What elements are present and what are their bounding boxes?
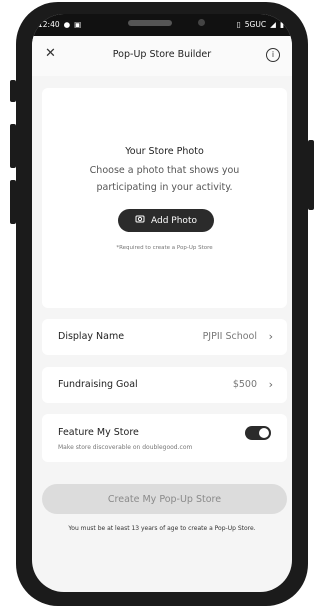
store-photo-card: Your Store Photo Choose a photo that sho…: [42, 88, 287, 308]
photo-requirement: *Required to create a Pop-Up Store: [116, 245, 213, 251]
calendar-icon: ▣: [74, 20, 82, 29]
fundraising-goal-value: $500: [232, 379, 257, 390]
fundraising-goal-label: Fundraising Goal: [58, 379, 138, 390]
toggle-knob: [259, 428, 269, 438]
feature-store-subtitle: Make store discoverable on doublegood.co…: [58, 444, 193, 451]
feature-store-label: Feature My Store: [58, 427, 139, 438]
speaker-notch: [128, 20, 172, 26]
age-notice: You must be at least 13 years of age to …: [68, 525, 256, 532]
network-label: 5GUC: [244, 20, 267, 29]
add-photo-label: Add Photo: [151, 215, 197, 226]
battery-icon: ▮: [279, 20, 284, 29]
phone-frame: 12:40 ● ▣ ▯ 5GUC ◢ ▮ ✕ Pop-Up Store Buil…: [0, 0, 324, 611]
display-name-row[interactable]: Display Name PJPII School ›: [42, 319, 287, 355]
create-store-button[interactable]: Create My Pop-Up Store: [42, 484, 287, 514]
feature-store-toggle[interactable]: [245, 426, 271, 440]
info-icon[interactable]: i: [266, 48, 280, 62]
app-screen: 12:40 ● ▣ ▯ 5GUC ◢ ▮ ✕ Pop-Up Store Buil…: [32, 14, 292, 592]
page-title: Pop-Up Store Builder: [112, 49, 212, 60]
side-button-left-top: [10, 80, 16, 102]
camera-dot: [198, 19, 205, 26]
photo-subtitle: Choose a photo that shows you participat…: [89, 165, 240, 193]
status-bar: 12:40 ● ▣ ▯ 5GUC ◢ ▮: [32, 14, 292, 36]
fundraising-goal-row[interactable]: Fundraising Goal $500 ›: [42, 367, 287, 403]
side-button-left-bottom: [10, 180, 16, 224]
side-button-right: [308, 140, 314, 210]
side-button-left-mid: [10, 124, 16, 168]
chevron-right-icon: ›: [268, 330, 273, 343]
signal-icon: ◢: [270, 20, 276, 29]
feature-store-row: Feature My Store Make store discoverable…: [42, 414, 287, 462]
add-photo-button[interactable]: Add Photo: [118, 209, 214, 232]
display-name-label: Display Name: [58, 331, 125, 342]
status-time: 12:40: [38, 20, 60, 29]
camera-icon: [135, 214, 145, 227]
status-left: 12:40 ● ▣: [38, 20, 81, 29]
app-header: ✕ Pop-Up Store Builder i: [32, 36, 292, 76]
chevron-right-icon: ›: [268, 378, 273, 391]
chat-icon: ●: [63, 20, 71, 29]
vibrate-icon: ▯: [236, 20, 241, 29]
display-name-value: PJPII School: [202, 331, 257, 342]
photo-title: Your Store Photo: [125, 146, 204, 157]
status-right: ▯ 5GUC ◢ ▮: [237, 20, 284, 29]
